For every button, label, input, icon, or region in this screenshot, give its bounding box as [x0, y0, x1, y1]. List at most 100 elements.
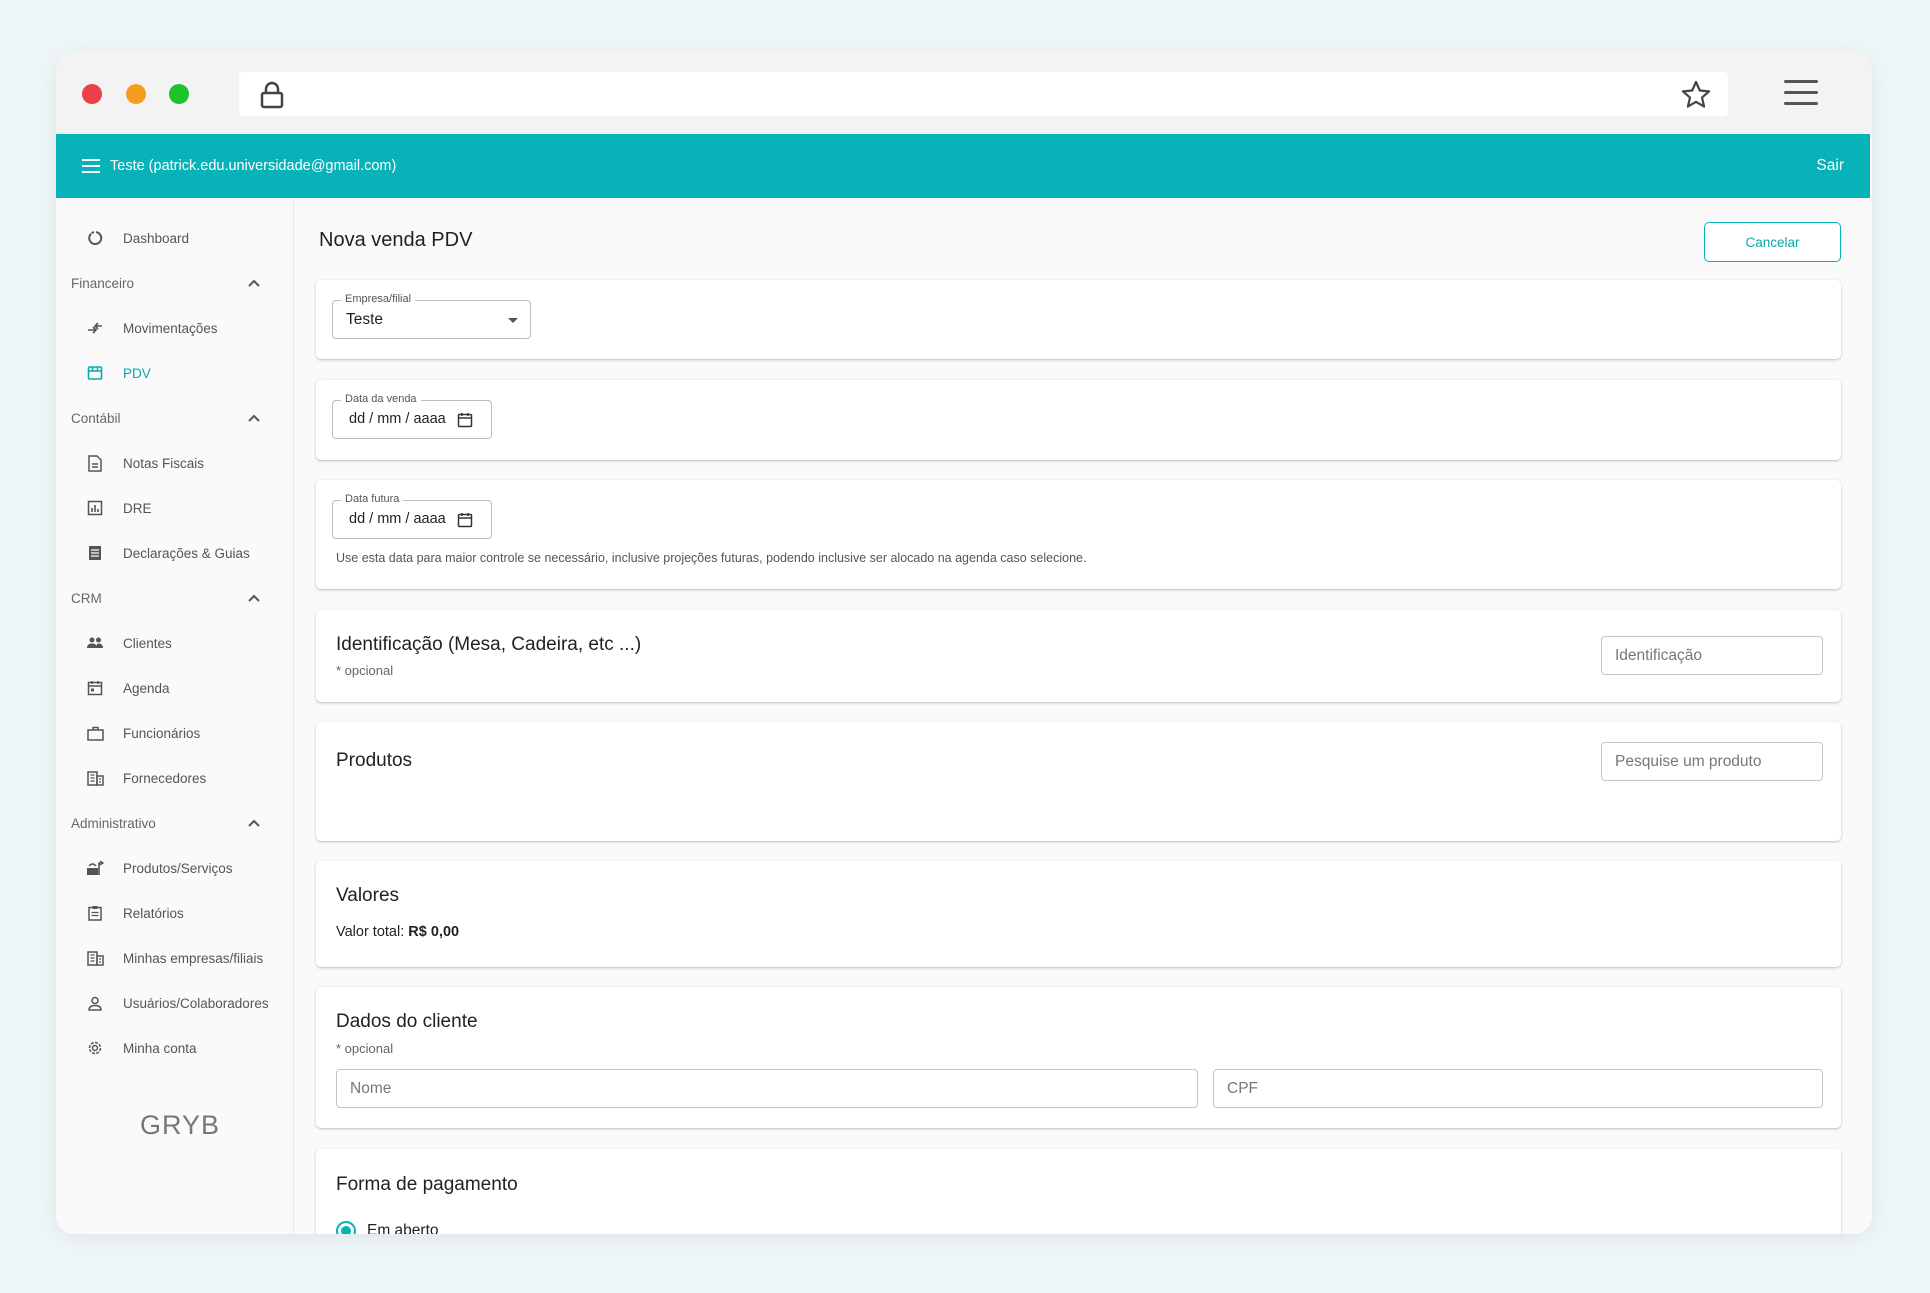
- sidebar-item-label: Fornecedores: [123, 770, 207, 786]
- chevron-up-icon: [248, 594, 260, 602]
- clipboard-icon: [86, 904, 104, 922]
- sidebar-item-declaracoes[interactable]: Declarações & Guias: [56, 533, 293, 573]
- sidebar-item-produtos[interactable]: Produtos/Serviços: [56, 848, 293, 888]
- page-title: Nova venda PDV: [319, 229, 473, 251]
- bookmark-star-icon[interactable]: [1680, 79, 1712, 111]
- data-futura-label: Data futura: [341, 493, 404, 505]
- data-venda-value: dd / mm / aaaa: [349, 411, 446, 427]
- brand-logo: GRYB: [140, 1110, 221, 1140]
- card-data-venda: Data da venda dd / mm / aaaa: [316, 380, 1841, 460]
- cancel-button[interactable]: Cancelar: [1704, 222, 1841, 262]
- app-header: Teste (patrick.edu.universidade@gmail.co…: [56, 134, 1870, 198]
- sidebar-item-label: Funcionários: [123, 725, 201, 741]
- list-document-icon: [86, 544, 104, 562]
- sidebar-item-notas-fiscais[interactable]: Notas Fiscais: [56, 443, 293, 483]
- calendar-icon: [86, 679, 104, 697]
- data-venda-label: Data da venda: [341, 393, 421, 405]
- user-icon: [86, 994, 104, 1012]
- current-user: Teste (patrick.edu.universidade@gmail.co…: [110, 158, 397, 174]
- empresa-label: Empresa/filial: [341, 293, 416, 305]
- produtos-title: Produtos: [336, 750, 413, 771]
- cpf-input[interactable]: CPF: [1213, 1069, 1823, 1108]
- section-administrativo[interactable]: Administrativo: [71, 803, 281, 843]
- close-window-button[interactable]: [82, 84, 102, 104]
- section-label: Administrativo: [71, 815, 156, 831]
- identificacao-title: Identificação (Mesa, Cadeira, etc ...): [336, 634, 642, 655]
- data-futura-field[interactable]: Data futura dd / mm / aaaa: [332, 493, 492, 539]
- people-icon: [86, 634, 104, 652]
- browser-menu-icon[interactable]: [1784, 80, 1818, 106]
- sidebar-item-label: Minhas empresas/filiais: [123, 950, 264, 966]
- caret-down-icon: [508, 318, 518, 323]
- hamburger-menu-icon[interactable]: [82, 159, 100, 173]
- data-futura-helper: Use esta data para maior controle se nec…: [336, 551, 1087, 565]
- briefcase-icon: [86, 724, 104, 742]
- section-crm[interactable]: CRM: [71, 578, 281, 618]
- identificacao-placeholder: Identificação: [1615, 647, 1703, 664]
- nome-input[interactable]: Nome: [336, 1069, 1198, 1108]
- card-identificacao: Identificação (Mesa, Cadeira, etc ...) *…: [316, 610, 1841, 702]
- maximize-window-button[interactable]: [169, 84, 189, 104]
- sidebar-item-clientes[interactable]: Clientes: [56, 623, 293, 663]
- sidebar-item-label: Notas Fiscais: [123, 455, 205, 471]
- sidebar-item-funcionarios[interactable]: Funcionários: [56, 713, 293, 753]
- sidebar-item-label: DRE: [123, 500, 152, 516]
- dashboard-icon: [86, 229, 104, 247]
- chevron-up-icon: [248, 279, 260, 287]
- product-search-input[interactable]: Pesquise um produto: [1601, 742, 1823, 781]
- valor-total-amount: R$ 0,00: [408, 924, 460, 940]
- valor-total-label: Valor total:: [336, 924, 405, 940]
- swap-arrows-icon: [86, 319, 104, 337]
- sidebar-item-label: Produtos/Serviços: [123, 860, 233, 876]
- minimize-window-button[interactable]: [126, 84, 146, 104]
- browser-window: Teste (patrick.edu.universidade@gmail.co…: [56, 52, 1872, 1234]
- sidebar-item-label: Clientes: [123, 635, 172, 651]
- section-label: Financeiro: [71, 275, 135, 291]
- bar-chart-icon: [86, 499, 104, 517]
- store-icon: [86, 364, 104, 382]
- data-futura-value: dd / mm / aaaa: [349, 511, 446, 527]
- cliente-optional: * opcional: [336, 1041, 394, 1056]
- sidebar-item-label: Minha conta: [123, 1040, 197, 1056]
- calendar-icon[interactable]: [457, 412, 473, 428]
- sidebar-item-usuarios[interactable]: Usuários/Colaboradores: [56, 983, 293, 1023]
- sidebar: Dashboard Financeiro Movimentações PDV C…: [56, 198, 294, 1234]
- building-icon: [86, 949, 104, 967]
- sidebar-item-empresas[interactable]: Minhas empresas/filiais: [56, 938, 293, 978]
- logout-link[interactable]: Sair: [1816, 157, 1844, 175]
- section-label: Contábil: [71, 410, 121, 426]
- data-venda-field[interactable]: Data da venda dd / mm / aaaa: [332, 393, 492, 439]
- radio-em-aberto[interactable]: [336, 1221, 356, 1234]
- sidebar-item-agenda[interactable]: Agenda: [56, 668, 293, 708]
- sidebar-item-dre[interactable]: DRE: [56, 488, 293, 528]
- card-valores: Valores Valor total: R$ 0,00: [316, 861, 1841, 967]
- sidebar-item-label: Agenda: [123, 680, 170, 696]
- sidebar-item-label: Movimentações: [123, 320, 218, 336]
- lock-icon: [260, 81, 284, 109]
- radio-em-aberto-label: Em aberto: [367, 1222, 439, 1234]
- calendar-icon[interactable]: [457, 512, 473, 528]
- sidebar-item-movimentacoes[interactable]: Movimentações: [56, 308, 293, 348]
- identificacao-optional: * opcional: [336, 663, 394, 678]
- browser-chrome: [56, 52, 1872, 134]
- valores-title: Valores: [336, 885, 400, 906]
- product-search-placeholder: Pesquise um produto: [1615, 753, 1762, 770]
- identificacao-input[interactable]: Identificação: [1601, 636, 1823, 675]
- sidebar-item-relatorios[interactable]: Relatórios: [56, 893, 293, 933]
- sidebar-item-label: Declarações & Guias: [123, 545, 250, 561]
- chevron-up-icon: [248, 414, 260, 422]
- section-label: CRM: [71, 590, 102, 606]
- sidebar-item-dashboard[interactable]: Dashboard: [56, 218, 293, 258]
- section-financeiro[interactable]: Financeiro: [71, 263, 281, 303]
- sidebar-item-label: Usuários/Colaboradores: [123, 995, 269, 1011]
- card-produtos: Produtos Pesquise um produto: [316, 722, 1841, 841]
- section-contabil[interactable]: Contábil: [71, 398, 281, 438]
- sidebar-item-pdv[interactable]: PDV: [56, 353, 293, 393]
- sidebar-item-fornecedores[interactable]: Fornecedores: [56, 758, 293, 798]
- empresa-value: Teste: [346, 311, 384, 328]
- valor-total: Valor total: R$ 0,00: [336, 924, 459, 940]
- address-bar[interactable]: [239, 72, 1728, 116]
- sidebar-item-label: Relatórios: [123, 905, 184, 921]
- sidebar-item-minha-conta[interactable]: Minha conta: [56, 1028, 293, 1068]
- empresa-select[interactable]: Empresa/filial Teste: [332, 293, 531, 339]
